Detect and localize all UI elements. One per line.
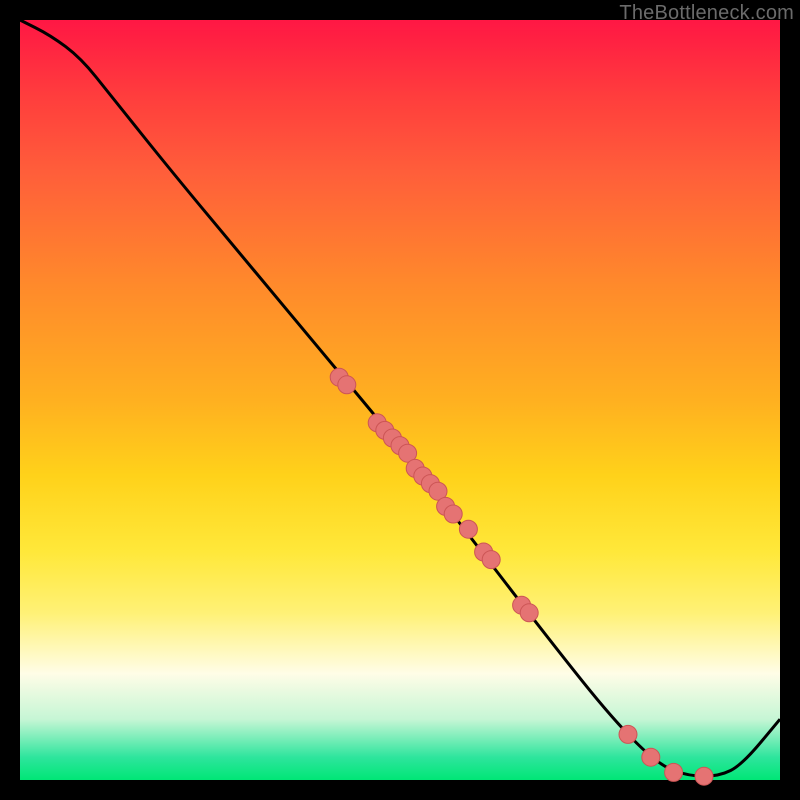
data-point (619, 725, 637, 743)
chart-frame: TheBottleneck.com (0, 0, 800, 800)
data-point (642, 748, 660, 766)
data-point (665, 763, 683, 781)
chart-svg (20, 20, 780, 780)
data-points-group (330, 368, 713, 785)
data-point (520, 604, 538, 622)
plot-area (20, 20, 780, 780)
curve-path (20, 20, 780, 776)
data-point (482, 551, 500, 569)
data-point (459, 520, 477, 538)
data-point (444, 505, 462, 523)
data-point (695, 767, 713, 785)
data-point (338, 376, 356, 394)
